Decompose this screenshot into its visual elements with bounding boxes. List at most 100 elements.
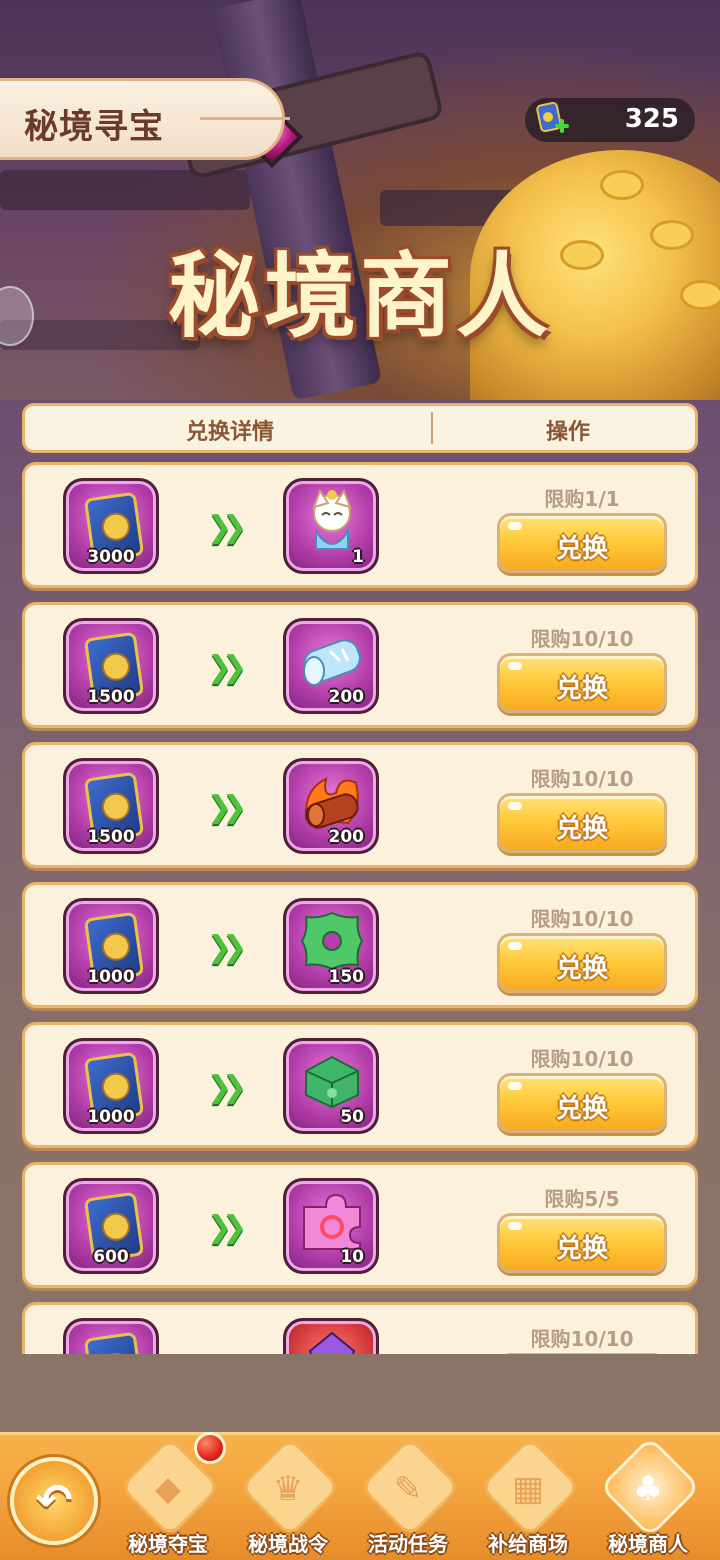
- exchange-button[interactable]: 兑换: [497, 793, 667, 853]
- double-arrow-icon: ❯❯: [207, 1350, 247, 1354]
- purchase-limit: 限购10/10: [530, 1047, 634, 1071]
- exchange-button-label: 兑换: [555, 1234, 608, 1264]
- back-arrow-icon: ↶: [35, 1475, 73, 1526]
- page: 秘境寻宝 325 秘境商人 兑换详情 操作 3000 ❯❯ 1 限购1/1 兑换…: [0, 0, 720, 1560]
- purchase-limit: 限购1/1: [544, 487, 620, 511]
- exchange-button-label: 兑换: [555, 534, 608, 564]
- reward-count: 1: [352, 547, 364, 567]
- tab-label: 秘境战令: [248, 1532, 328, 1556]
- header-action: 操作: [545, 420, 590, 445]
- double-arrow-icon: ❯❯: [207, 930, 247, 965]
- treasure-icon: ◆: [154, 1469, 182, 1509]
- tab-label: 补给商场: [488, 1532, 568, 1556]
- table-header: 兑换详情 操作: [22, 403, 698, 453]
- exchange-button-label: 兑换: [555, 674, 608, 704]
- wood-beam: [0, 170, 250, 210]
- tab-label: 活动任务: [368, 1532, 448, 1556]
- reward-item-slot[interactable]: 200: [283, 618, 379, 714]
- tab-merchant[interactable]: ♣ 秘境商人: [592, 1436, 704, 1560]
- ice-log-icon: [303, 639, 361, 686]
- fire-log-icon: [304, 777, 359, 829]
- notification-dot: [194, 1432, 226, 1464]
- exchange-button-label: 兑换: [555, 1094, 608, 1124]
- bag-icon: ♣: [632, 1469, 664, 1509]
- exchange-button[interactable]: 兑换: [497, 1213, 667, 1273]
- purchase-limit: 限购5/5: [544, 1187, 620, 1211]
- cost-count: 1500: [87, 827, 135, 847]
- coin-icon: [600, 170, 644, 200]
- exchange-row: ❯❯ 限购10/10: [22, 1302, 698, 1354]
- reward-item-slot[interactable]: 50: [283, 1038, 379, 1134]
- jade-ring-icon: [300, 911, 364, 971]
- exchange-button-label: 兑换: [555, 954, 608, 984]
- currency-display[interactable]: 325: [525, 98, 695, 142]
- reward-item-slot[interactable]: [283, 1318, 379, 1354]
- exchange-row: 1000 ❯❯ 50 限购10/10 兑换: [22, 1022, 698, 1148]
- title-decoration: [200, 117, 290, 120]
- cost-item-slot[interactable]: 1000: [63, 898, 159, 994]
- reward-count: 200: [328, 827, 365, 847]
- puzzle-fragment-icon: [303, 1193, 361, 1250]
- exchange-row: 1500 ❯❯ 200 限购10/10 兑换: [22, 602, 698, 728]
- double-arrow-icon: ❯❯: [207, 650, 247, 685]
- currency-value: 325: [624, 104, 679, 134]
- ticket-plus-icon: [536, 101, 569, 133]
- cost-count: 3000: [87, 547, 135, 567]
- banner-title: 秘境商人: [167, 243, 552, 350]
- reward-item-slot[interactable]: 10: [283, 1178, 379, 1274]
- reward-count: 10: [340, 1247, 364, 1267]
- cost-item-slot[interactable]: 1500: [63, 758, 159, 854]
- cost-count: 600: [93, 1247, 129, 1267]
- tab-battle-pass[interactable]: ♛ 秘境战令: [232, 1436, 344, 1560]
- tab-supply-shop[interactable]: ▦ 补给商场: [472, 1436, 584, 1560]
- back-button[interactable]: ↶: [10, 1457, 98, 1545]
- purchase-limit: 限购10/10: [530, 767, 634, 791]
- cost-item-slot[interactable]: 1500: [63, 618, 159, 714]
- purchase-limit: 限购10/10: [530, 1327, 634, 1351]
- exchange-list[interactable]: 3000 ❯❯ 1 限购1/1 兑换 1500 ❯❯ 200 限购10/10 兑…: [22, 462, 698, 1354]
- tab-label: 秘境商人: [608, 1532, 688, 1556]
- reward-item-slot[interactable]: 150: [283, 898, 379, 994]
- purple-crystal-icon: [308, 1331, 356, 1354]
- double-arrow-icon: ❯❯: [207, 1210, 247, 1245]
- tab-event-tasks[interactable]: ✎ 活动任务: [352, 1436, 464, 1560]
- header-divider: [431, 412, 433, 444]
- double-arrow-icon: ❯❯: [207, 790, 247, 825]
- purchase-limit: 限购10/10: [530, 907, 634, 931]
- reward-count: 200: [328, 687, 365, 707]
- bottom-nav: ↶ ◆ 秘境夺宝 ♛ 秘境战令 ✎ 活动任务 ▦ 补给商场 ♣ 秘境商人: [0, 1432, 720, 1560]
- exchange-row: 3000 ❯❯ 1 限购1/1 兑换: [22, 462, 698, 588]
- tab-label: 秘境夺宝: [128, 1532, 208, 1556]
- purchase-limit: 限购10/10: [530, 627, 634, 651]
- cost-item-slot[interactable]: 1000: [63, 1038, 159, 1134]
- section-title: 秘境寻宝: [24, 107, 164, 147]
- cost-item-slot[interactable]: [63, 1318, 159, 1354]
- jade-block-icon: [305, 1055, 359, 1109]
- exchange-row: 1500 ❯❯ 200 限购10/10 兑换: [22, 742, 698, 868]
- reward-count: 150: [328, 967, 365, 987]
- crown-icon: ♛: [272, 1469, 304, 1509]
- exchange-button[interactable]: 兑换: [497, 1073, 667, 1133]
- reward-count: 50: [340, 1107, 364, 1127]
- exchange-button[interactable]: 兑换: [497, 653, 667, 713]
- header-details: 兑换详情: [185, 420, 274, 445]
- exchange-button[interactable]: 兑换: [497, 513, 667, 573]
- cost-count: 1000: [87, 967, 135, 987]
- section-title-tab: 秘境寻宝: [0, 78, 290, 160]
- cost-count: 1000: [87, 1107, 135, 1127]
- exchange-button[interactable]: 兑换: [497, 933, 667, 993]
- exchange-button[interactable]: [497, 1353, 667, 1354]
- scroll-icon: ✎: [393, 1469, 423, 1509]
- double-arrow-icon: ❯❯: [207, 510, 247, 545]
- shop-icon: ▦: [511, 1469, 545, 1509]
- cost-count: 1500: [87, 687, 135, 707]
- exchange-button-label: 兑换: [555, 814, 608, 844]
- cost-item-slot[interactable]: 3000: [63, 478, 159, 574]
- exchange-row: 600 ❯❯ 10 限购5/5 兑换: [22, 1162, 698, 1288]
- cost-item-slot[interactable]: 600: [63, 1178, 159, 1274]
- reward-item-slot[interactable]: 1: [283, 478, 379, 574]
- ticket-icon: [83, 1331, 145, 1354]
- reward-item-slot[interactable]: 200: [283, 758, 379, 854]
- exchange-row: 1000 ❯❯ 150 限购10/10 兑换: [22, 882, 698, 1008]
- double-arrow-icon: ❯❯: [207, 1070, 247, 1105]
